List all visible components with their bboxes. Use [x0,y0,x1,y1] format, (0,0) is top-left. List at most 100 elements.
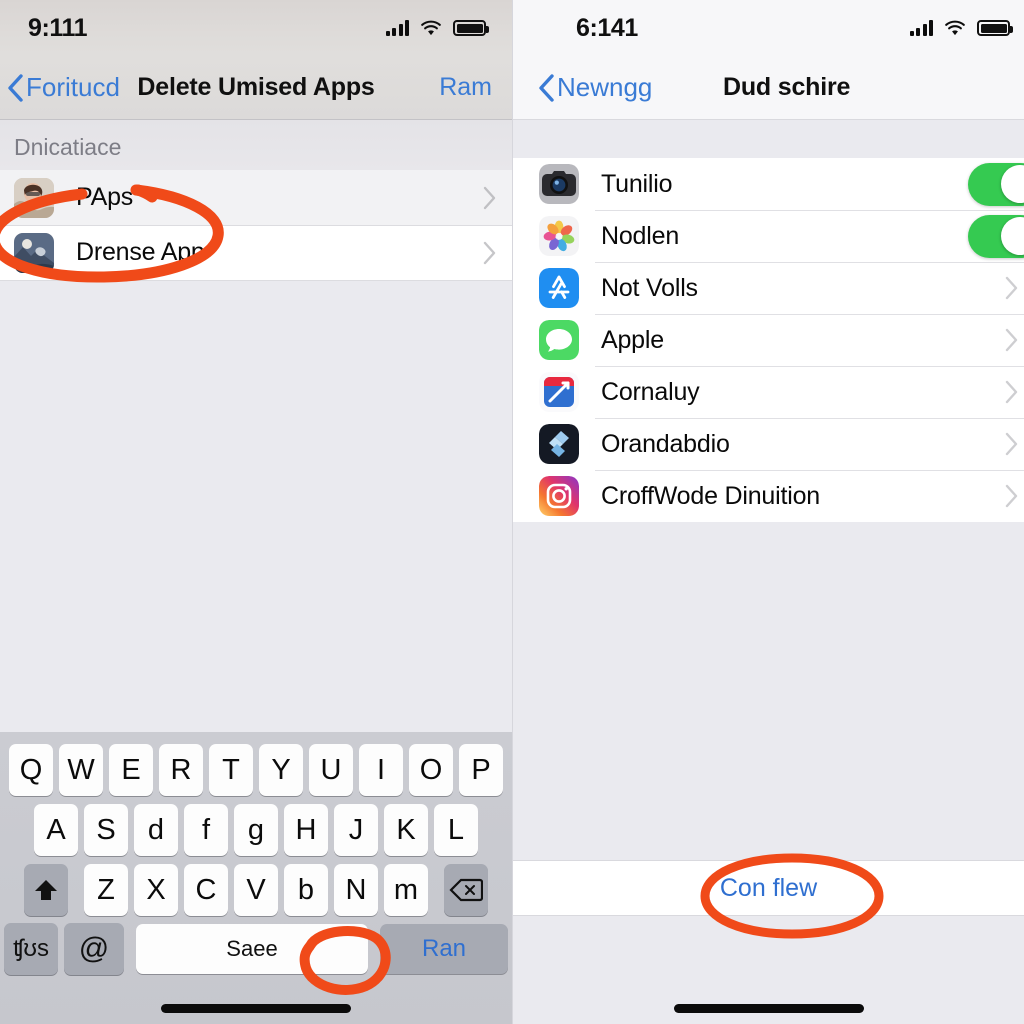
keyboard-row-3: Z X C V b N m [0,860,512,920]
key-l[interactable]: L [434,804,478,856]
chevron-right-icon [1005,380,1018,404]
settings-row-label: Not Volls [601,273,698,302]
key-w[interactable]: W [59,744,103,796]
key-i[interactable]: I [359,744,403,796]
back-button[interactable]: Foritucd [0,72,120,103]
app-list: PAps Drense App [0,170,512,280]
keyboard-row-2: A S d f g H J K L [0,800,512,860]
keyboard-row-4: ʧʊs @ Saee Ran [0,920,512,978]
row-separator [595,314,1024,315]
status-time: 9:111 [28,13,88,42]
chevron-right-icon [483,241,496,265]
at-key[interactable]: @ [64,923,124,975]
key-p[interactable]: P [459,744,503,796]
shift-key[interactable] [24,864,68,916]
backspace-delete-icon [449,877,484,903]
key-b[interactable]: b [284,864,328,916]
key-z[interactable]: Z [84,864,128,916]
status-time: 6:141 [576,13,638,42]
toggle-switch[interactable] [968,214,1024,258]
key-c[interactable]: C [184,864,228,916]
action-section: Con flew [513,860,1024,916]
chevron-right-icon [1005,328,1018,352]
wifi-icon [420,20,442,36]
nav-right-button[interactable]: Ram [439,73,512,102]
settings-row-tunilio[interactable]: Tunilio [513,158,1024,210]
key-r[interactable]: R [159,744,203,796]
toggle-switch[interactable] [968,162,1024,206]
settings-row-apple[interactable]: Apple [513,314,1024,366]
settings-row-label: Cornaluy [601,377,700,406]
numbers-key[interactable]: ʧʊs [4,923,58,975]
key-v[interactable]: V [234,864,278,916]
chevron-right-icon [1005,484,1018,508]
confirm-action-button[interactable]: Con flew [513,861,1024,915]
settings-row-label: Apple [601,325,664,354]
return-key[interactable]: Ran [380,924,508,974]
settings-row-cornaluy[interactable]: Cornaluy [513,366,1024,418]
cellular-bars-icon [909,20,933,36]
status-icons [385,20,489,36]
photo-scene-thumb [14,232,54,273]
settings-row-label: Orandabdio [601,429,730,458]
key-d[interactable]: d [134,804,178,856]
back-button-label: Foritucd [26,72,120,102]
chevron-left-icon [537,73,555,103]
chevron-right-icon [483,186,496,210]
battery-icon [977,20,1013,36]
battery-icon [453,20,489,36]
key-f[interactable]: f [184,804,228,856]
section-header: Dnicatiace [0,120,512,170]
key-u[interactable]: U [309,744,353,796]
row-separator [595,366,1024,367]
key-t[interactable]: T [209,744,253,796]
key-h[interactable]: H [284,804,328,856]
key-m[interactable]: m [384,864,428,916]
key-n[interactable]: N [334,864,378,916]
home-indicator [673,1004,864,1013]
key-o[interactable]: O [409,744,453,796]
table-row[interactable]: Drense App [0,225,512,280]
settings-middle-gap [513,522,1024,860]
row-separator [595,210,1024,211]
status-icons [909,20,1013,36]
files-dark-app-icon [539,424,579,464]
key-k[interactable]: K [384,804,428,856]
instagram-app-icon [539,476,579,516]
key-j[interactable]: J [334,804,378,856]
key-a[interactable]: A [34,804,78,856]
dual-phone-screenshot: 9:111 Foritucd Delete Umised Apps Ram Dn… [0,0,1024,1024]
right-status-bar: 6:141 [513,0,1024,56]
settings-row-croffwode-dinuition[interactable]: CroffWode Dinuition [513,470,1024,522]
left-nav-bar: Foritucd Delete Umised Apps Ram [0,56,512,120]
left-phone-panel: 9:111 Foritucd Delete Umised Apps Ram Dn… [0,0,512,1024]
keyboard-row-1: Q W E R T Y U I O P [0,740,512,800]
key-e[interactable]: E [109,744,153,796]
backspace-key[interactable] [444,864,488,916]
chevron-right-icon [1005,276,1018,300]
key-x[interactable]: X [134,864,178,916]
key-s[interactable]: S [84,804,128,856]
left-status-bar: 9:111 [0,0,512,56]
settings-row-label: CroffWode Dinuition [601,481,821,510]
settings-top-gap [513,120,1024,158]
settings-row-orandabdio[interactable]: Orandabdio [513,418,1024,470]
back-button[interactable]: Newngg [513,72,652,103]
home-indicator [161,1004,351,1013]
row-separator [595,418,1024,419]
table-row[interactable]: PAps [0,170,512,225]
key-y[interactable]: Y [259,744,303,796]
photos-app-icon [539,216,579,256]
space-key[interactable]: Saee [136,924,368,974]
camera-app-icon [539,164,579,204]
back-button-label: Newngg [557,72,653,102]
key-q[interactable]: Q [9,744,53,796]
key-g[interactable]: g [234,804,278,856]
settings-list: Tunilio Nodlen Not Volls Apple Cornaluy … [513,158,1024,522]
page-title: Dud schire [723,73,851,101]
settings-row-nodlen[interactable]: Nodlen [513,210,1024,262]
table-row-label: Drense App [76,238,205,266]
wifi-icon [944,20,966,36]
settings-row-not-volls[interactable]: Not Volls [513,262,1024,314]
right-phone-panel: 6:141 Newngg Dud schire Tunilio Nodlen N… [512,0,1024,1024]
